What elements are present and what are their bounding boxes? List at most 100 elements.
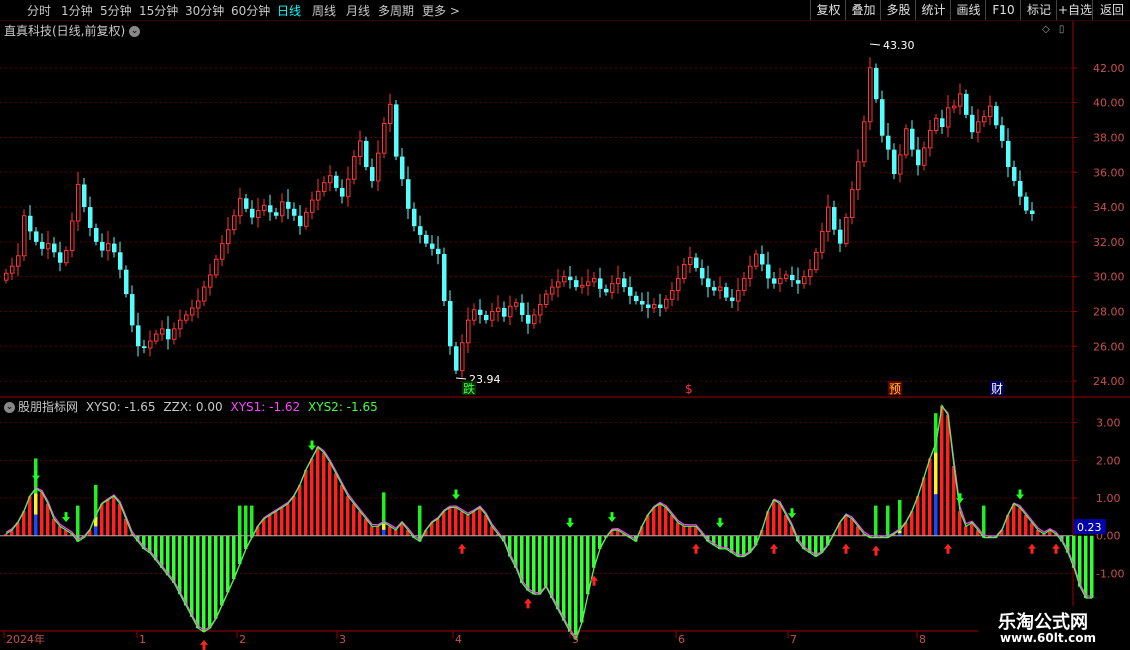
histogram-bar-positive (118, 503, 122, 536)
buy-arrow (590, 575, 598, 586)
candle-body-up (508, 305, 513, 318)
histogram-bar-negative (166, 535, 170, 576)
histogram-bar-positive (28, 496, 32, 536)
candle-body-up (202, 286, 207, 302)
price-tick-label: 34.00 (1093, 201, 1125, 214)
histogram-bar-positive (436, 518, 440, 536)
candle-body-up (4, 272, 9, 281)
candle-body-up (346, 178, 351, 198)
candle-body-up (190, 307, 195, 316)
histogram-bar-positive (772, 499, 776, 536)
candle-body-up (262, 204, 267, 212)
histogram-strength-green (382, 492, 386, 524)
histogram-bar-positive (676, 522, 680, 536)
histogram-strength-green (886, 505, 890, 536)
candle-body-down (910, 128, 915, 150)
watermark-url: www.60lt.com (1000, 631, 1097, 645)
candle-body-up (460, 342, 465, 372)
histogram-strength-blue (34, 514, 38, 536)
time-tick-label: 5 (572, 633, 579, 646)
candle-body-down (454, 346, 459, 371)
candle-body-down (100, 241, 105, 251)
candle-body-down (166, 328, 171, 340)
price-tick-label: 40.00 (1093, 97, 1125, 110)
candle-body-up (544, 293, 549, 306)
candle-body-down (40, 241, 45, 249)
event-marker-text: 跌 (463, 381, 475, 396)
histogram-strength-green (418, 505, 422, 536)
candle-body-up (184, 314, 189, 321)
histogram-bar-positive (940, 405, 944, 536)
price-tick-label: 26.00 (1093, 340, 1125, 353)
chart-area[interactable]: 42.0040.0038.0036.0034.0032.0030.0028.00… (0, 0, 1130, 650)
histogram-bar-positive (292, 496, 296, 536)
buy-arrow (524, 598, 532, 609)
histogram-bar-negative (190, 535, 194, 617)
candle-body-up (178, 319, 183, 330)
candle-body-up (652, 304, 657, 309)
histogram-strength-green (238, 505, 242, 536)
stock-title-text: 直真科技(日线,前复权) (4, 24, 126, 38)
candle-body-down (430, 243, 435, 249)
histogram-bar-positive (364, 518, 368, 536)
histogram-bar-negative (574, 535, 578, 640)
indicator-tick-label: 3.00 (1096, 417, 1121, 430)
stock-title[interactable]: 直真科技(日线,前复权) ⌄ (4, 22, 141, 39)
candle-body-up (64, 250, 69, 264)
candle-body-up (784, 274, 789, 279)
candle-body-up (934, 117, 939, 131)
histogram-bar-positive (274, 511, 278, 536)
candle-body-down (832, 207, 837, 230)
candle-body-down (118, 252, 123, 270)
high-annotation-label: 43.30 (883, 39, 915, 52)
candle-body-down (622, 278, 627, 288)
histogram-bar-positive (40, 492, 44, 536)
diamond-icon[interactable]: ◇ (1042, 24, 1050, 35)
candle-body-down (940, 118, 945, 128)
sell-arrow (788, 508, 796, 519)
time-tick-label: 2 (239, 633, 246, 646)
histogram-strength-blue (382, 529, 386, 536)
event-marker-text: $ (685, 382, 693, 396)
indicator-tick-label: 2.00 (1096, 454, 1121, 467)
histogram-bar-positive (316, 447, 320, 536)
candle-body-down (772, 278, 777, 284)
histogram-strength-yellow (34, 493, 38, 515)
histogram-bar-negative (184, 535, 188, 606)
candle-body-up (586, 281, 591, 286)
time-tick-label: 6 (678, 633, 685, 646)
histogram-bar-positive (688, 526, 692, 536)
event-marker-text: 预 (889, 382, 901, 396)
histogram-bar-positive (850, 518, 854, 536)
buy-arrow (200, 639, 208, 650)
sell-arrow (956, 493, 964, 504)
candle-body-up (148, 340, 153, 349)
candle-body-up (376, 152, 381, 182)
candle-body-down (58, 252, 63, 263)
candle-body-up (982, 116, 987, 123)
candle-body-up (304, 211, 309, 227)
sell-arrow (452, 489, 460, 500)
chevron-down-icon[interactable]: ⌄ (4, 402, 15, 413)
candle-body-down (292, 208, 297, 216)
candle-body-down (886, 135, 891, 150)
indicator-value-xys1: XYS1: -1.62 (230, 400, 301, 414)
candle-body-up (472, 309, 477, 321)
histogram-bar-positive (394, 530, 398, 536)
candle-body-down (796, 280, 801, 284)
candle-body-down (574, 280, 579, 288)
histogram-strength-green (982, 505, 986, 536)
histogram-bar-positive (1012, 503, 1016, 536)
histogram-bar-negative (220, 535, 224, 606)
histogram-bar-negative (742, 535, 746, 557)
price-tick-label: 42.00 (1093, 62, 1125, 75)
candle-body-up (754, 253, 759, 267)
candle-body-down (760, 254, 765, 265)
buy-arrow (770, 543, 778, 554)
histogram-strength-yellow (934, 452, 938, 495)
candle-body-up (946, 107, 951, 128)
candle-body-down (334, 175, 339, 188)
candle-body-down (994, 106, 999, 126)
layout-icon[interactable]: ▯ (1059, 24, 1065, 35)
chevron-down-icon[interactable]: ⌄ (129, 26, 141, 37)
